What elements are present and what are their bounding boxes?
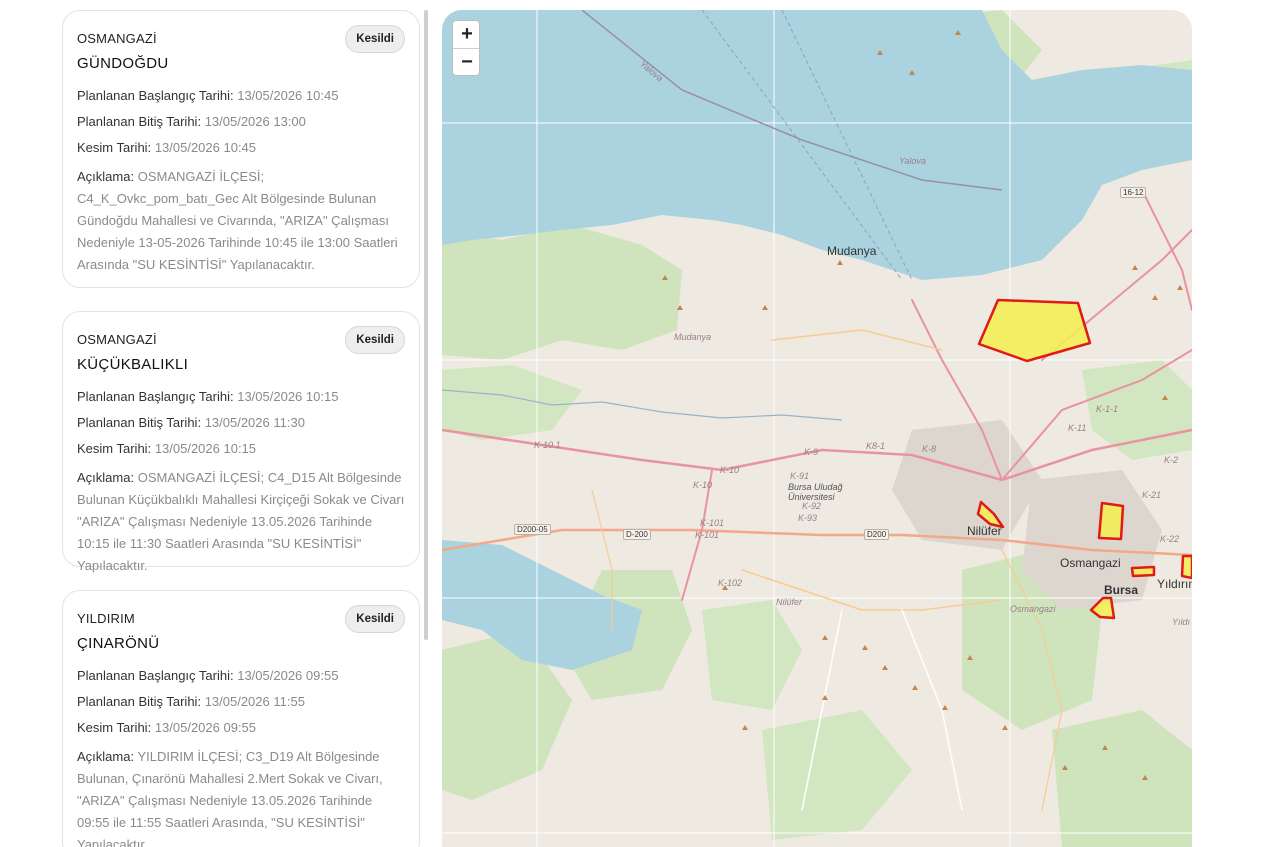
description: Açıklama: OSMANGAZİ İLÇESİ; C4_D15 Alt B… bbox=[77, 470, 405, 573]
outage-card[interactable]: YILDIRIM Kesildi ÇINARÖNÜ Planlanan Başl… bbox=[62, 590, 420, 847]
zoom-control: + − bbox=[452, 20, 480, 76]
road-shield: D200-05 bbox=[514, 524, 551, 535]
map-label-yildirim: Yıldırım bbox=[1157, 577, 1192, 591]
planned-end-row: Planlanan Bitiş Tarihi: 13/05/2026 13:00 bbox=[77, 114, 306, 129]
map-label-yalova: Yalova bbox=[899, 156, 926, 166]
description: Açıklama: OSMANGAZİ İLÇESİ; C4_K_Ovkc_po… bbox=[77, 169, 398, 272]
road-label: K-9 bbox=[804, 447, 819, 457]
road-shield: D200 bbox=[864, 529, 890, 540]
map-label-uludag-university: Bursa Uludağ Üniversitesi bbox=[788, 482, 843, 502]
road-label: K-8 bbox=[922, 444, 937, 454]
road-label: K-101 bbox=[700, 518, 725, 528]
road-label: K-11 bbox=[1068, 423, 1087, 433]
road-label: K-10 bbox=[693, 480, 713, 490]
status-badge[interactable]: Kesildi bbox=[345, 605, 405, 633]
map-view[interactable]: Yalova Yalova Mudanya Mudanya Nilüfer Os… bbox=[442, 10, 1192, 847]
road-label: K-91 bbox=[790, 471, 810, 481]
map-label-mudanya: Mudanya bbox=[827, 244, 877, 258]
map-label-yildirim-district: Yıldı bbox=[1172, 617, 1191, 627]
road-shield: D-200 bbox=[623, 529, 651, 540]
planned-start-row: Planlanan Başlangıç Tarihi: 13/05/2026 1… bbox=[77, 88, 339, 103]
road-label: K-102 bbox=[718, 578, 743, 588]
cut-date-row: Kesim Tarihi: 13/05/2026 09:55 bbox=[77, 720, 257, 735]
planned-start-row: Planlanan Başlangıç Tarihi: 13/05/2026 0… bbox=[77, 668, 339, 683]
zoom-out-button[interactable]: − bbox=[453, 48, 479, 75]
road-label: K-21 bbox=[1142, 490, 1162, 500]
neighborhood-title: GÜNDOĞDU bbox=[77, 55, 169, 72]
road-label: K-101 bbox=[695, 530, 720, 540]
description: Açıklama: YILDIRIM İLÇESİ; C3_D19 Alt Bö… bbox=[77, 749, 383, 847]
outage-list-panel[interactable]: OSMANGAZİ Kesildi GÜNDOĞDU Planlanan Baş… bbox=[0, 0, 430, 847]
map-label-osmangazi-district: Osmangazi bbox=[1010, 604, 1056, 614]
road-label: K-2 bbox=[1164, 455, 1179, 465]
map-label-nilufer: Nilüfer bbox=[967, 524, 1002, 538]
map-label-bursa: Bursa bbox=[1104, 583, 1139, 597]
planned-start-row: Planlanan Başlangıç Tarihi: 13/05/2026 1… bbox=[77, 389, 339, 404]
cut-date-row: Kesim Tarihi: 13/05/2026 10:45 bbox=[77, 140, 257, 155]
road-label: K-10 bbox=[720, 465, 740, 475]
cut-date-row: Kesim Tarihi: 13/05/2026 10:15 bbox=[77, 441, 257, 456]
planned-end-row: Planlanan Bitiş Tarihi: 13/05/2026 11:30 bbox=[77, 415, 305, 430]
status-badge[interactable]: Kesildi bbox=[345, 326, 405, 354]
outage-card[interactable]: OSMANGAZİ Kesildi GÜNDOĞDU Planlanan Baş… bbox=[62, 10, 420, 288]
planned-end-row: Planlanan Bitiş Tarihi: 13/05/2026 11:55 bbox=[77, 694, 305, 709]
road-label: K-93 bbox=[798, 513, 818, 523]
neighborhood-title: ÇINARÖNÜ bbox=[77, 635, 160, 652]
outage-card[interactable]: OSMANGAZİ Kesildi KÜÇÜKBALIKLI Planlanan… bbox=[62, 311, 420, 573]
map-label-mudanya-district: Mudanya bbox=[674, 332, 712, 342]
road-label: K-1-1 bbox=[1096, 404, 1119, 414]
road-label: K-92 bbox=[802, 501, 822, 511]
zoom-in-button[interactable]: + bbox=[453, 21, 479, 48]
road-label: K8-1 bbox=[866, 441, 886, 451]
road-label: K-10.1 bbox=[534, 440, 561, 450]
map-label-nilufer-district: Nilüfer bbox=[776, 597, 803, 607]
status-badge[interactable]: Kesildi bbox=[345, 25, 405, 53]
neighborhood-title: KÜÇÜKBALIKLI bbox=[77, 356, 189, 373]
map-label-osmangazi: Osmangazi bbox=[1060, 556, 1121, 570]
road-shield: 16-12 bbox=[1120, 187, 1147, 198]
list-scrollbar[interactable] bbox=[424, 10, 428, 640]
road-label: K-22 bbox=[1160, 534, 1180, 544]
